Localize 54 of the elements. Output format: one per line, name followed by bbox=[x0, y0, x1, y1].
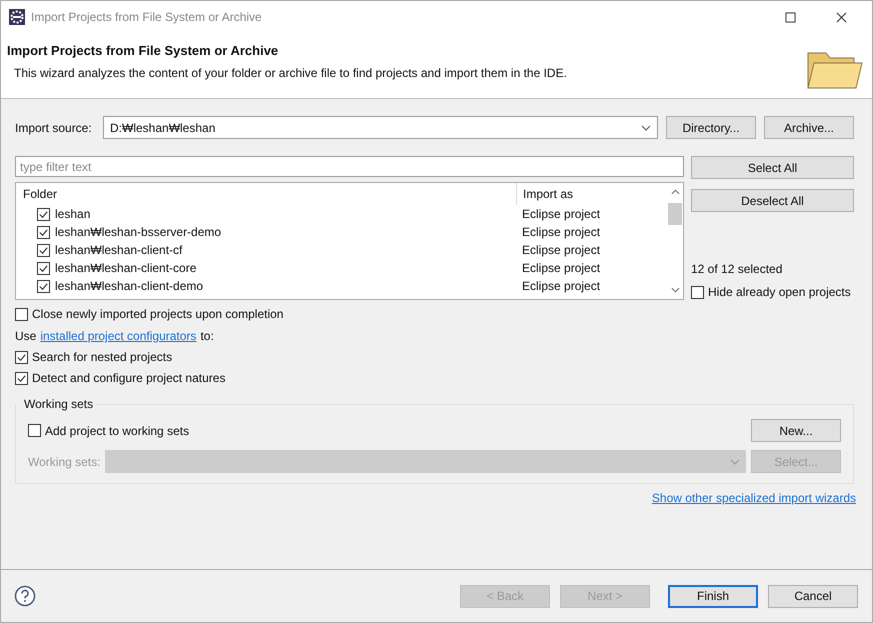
checkbox-label: Detect and configure project natures bbox=[32, 371, 226, 385]
folder-name: leshan bbox=[55, 207, 90, 221]
checkbox[interactable] bbox=[37, 226, 50, 238]
help-icon[interactable] bbox=[14, 585, 36, 607]
wizard-description: This wizard analyzes the content of your folder or archive file to find projects and import them in the IDE. bbox=[14, 66, 568, 80]
checkbox[interactable] bbox=[37, 208, 50, 220]
maximize-icon[interactable] bbox=[785, 12, 796, 22]
folder-name: leshan₩leshan-client-cf bbox=[55, 243, 182, 257]
checkbox-label: Close newly imported projects upon completion bbox=[32, 307, 284, 321]
import-type: Eclipse project bbox=[521, 261, 600, 275]
column-header[interactable]: Folder bbox=[16, 183, 516, 205]
wizard-title: Import Projects from File System or Archive bbox=[7, 43, 280, 58]
close-icon[interactable] bbox=[836, 12, 847, 22]
checkbox[interactable] bbox=[37, 262, 50, 274]
checkbox[interactable] bbox=[37, 280, 50, 292]
checkbox[interactable] bbox=[691, 286, 704, 298]
chevron-down-icon[interactable] bbox=[670, 287, 680, 293]
folder-name: leshan₩leshan-client-core bbox=[55, 261, 196, 275]
window-title: Import Projects from File System or Archive bbox=[31, 10, 262, 24]
import-type: Eclipse project bbox=[521, 207, 600, 221]
selection-count: 12 of 12 selected bbox=[691, 262, 784, 276]
filter-field[interactable]: type filter text bbox=[15, 156, 684, 177]
configurators-text: to: bbox=[200, 329, 214, 343]
source-button[interactable]: Archive... bbox=[764, 116, 854, 139]
selection-button[interactable]: Select All bbox=[691, 156, 854, 179]
column-header[interactable]: Import as bbox=[516, 183, 574, 205]
group-legend: Working sets bbox=[16, 397, 96, 411]
import-type: Eclipse project bbox=[521, 243, 600, 257]
import-wizards-link[interactable]: Show other specialized import wizards bbox=[652, 491, 856, 505]
chevron-down-icon bbox=[641, 124, 651, 130]
import-source-combo[interactable]: D:₩leshan₩leshan bbox=[103, 116, 658, 139]
checkbox-label: Add project to working sets bbox=[45, 424, 190, 438]
wizard-button[interactable]: Cancel bbox=[768, 584, 858, 608]
checkbox[interactable] bbox=[15, 350, 28, 364]
configurators-link[interactable]: installed project configurators bbox=[40, 329, 196, 343]
checkbox-label: Search for nested projects bbox=[32, 350, 172, 364]
checkbox-label: Hide already open projects bbox=[708, 285, 851, 299]
chevron-down-icon bbox=[730, 458, 740, 464]
checkbox[interactable] bbox=[15, 372, 28, 384]
import-type: Eclipse project bbox=[521, 279, 600, 293]
app-icon bbox=[9, 9, 25, 25]
source-button[interactable]: Directory... bbox=[666, 116, 756, 139]
wizard-button[interactable]: Finish bbox=[668, 584, 758, 608]
configurators-text: Use bbox=[15, 329, 36, 343]
working-sets-label: Working sets: bbox=[28, 454, 100, 468]
checkbox[interactable] bbox=[15, 308, 28, 320]
folder-name: leshan₩leshan-bsserver-demo bbox=[55, 225, 222, 239]
import-source-label: Import source: bbox=[15, 120, 93, 134]
folder-name: leshan₩leshan-client-demo bbox=[55, 279, 204, 293]
chevron-up-icon[interactable] bbox=[670, 189, 680, 195]
import-type: Eclipse project bbox=[521, 225, 600, 239]
scrollbar-thumb[interactable] bbox=[668, 203, 682, 225]
checkbox[interactable] bbox=[37, 244, 50, 256]
selection-button[interactable]: Deselect All bbox=[691, 189, 854, 212]
